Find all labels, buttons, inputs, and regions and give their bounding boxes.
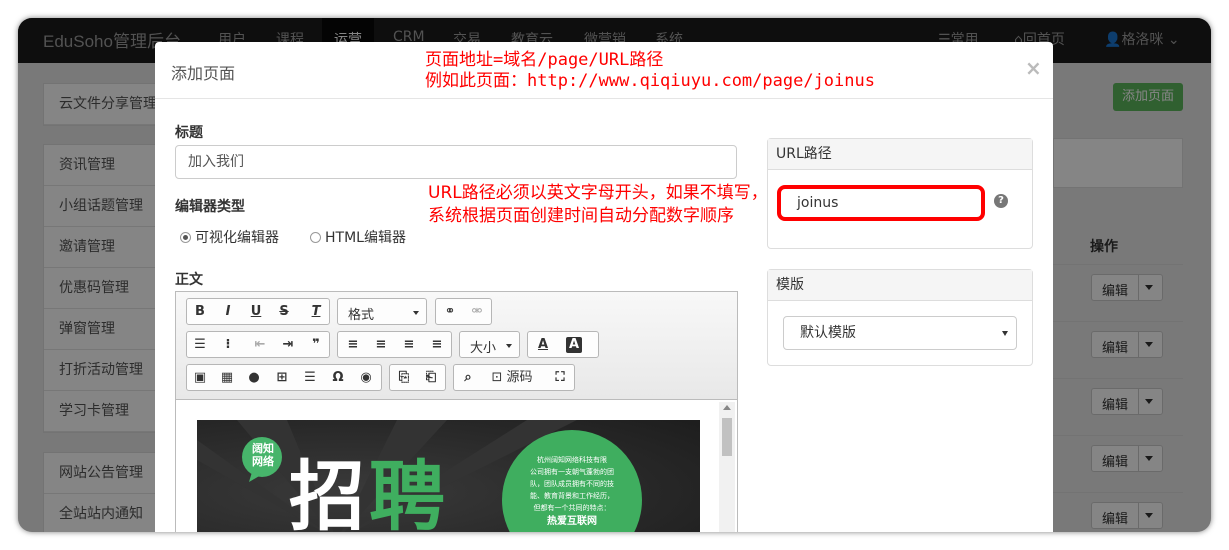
remove-format-icon[interactable]: T <box>305 302 327 322</box>
outdent-icon[interactable]: ⇤ <box>249 335 271 355</box>
indent-icon[interactable]: ⇥ <box>277 335 299 355</box>
url-path-panel: URL路径 joinus ? <box>767 138 1033 249</box>
radio-visual-editor[interactable]: 可视化编辑器 <box>180 227 279 247</box>
source-button[interactable]: ⊡ 源码 <box>486 368 538 388</box>
toolbar-group-insert: ▣ ▦ ● ⊞ ☰ Ω ◉ <box>186 364 382 391</box>
italic-icon[interactable]: I <box>217 302 239 322</box>
source-icon: ⊡ <box>491 370 503 385</box>
video-icon[interactable]: ● <box>243 368 265 388</box>
toolbar-group-tools: ⌕ ⊡ 源码 ⛶ <box>453 364 575 391</box>
caret-down-icon <box>506 344 512 348</box>
link-icon[interactable]: ⚭ <box>439 302 461 322</box>
image-icon[interactable]: ▣ <box>189 368 211 388</box>
browser-frame: EduSoho管理后台 用户 课程 运营 CRM 交易 教育云 微营销 系统 ☰… <box>18 18 1211 532</box>
template-panel: 模版 默认模版 <box>767 269 1033 366</box>
strikethrough-icon[interactable]: S <box>273 302 295 322</box>
caret-down-icon <box>413 311 419 315</box>
radio-html-editor[interactable]: HTML编辑器 <box>310 227 406 247</box>
scroll-up-icon[interactable] <box>723 405 731 410</box>
poster-big-text-1: 招 <box>289 452 365 533</box>
add-page-modal: 添加页面 × 页面地址=域名/page/URL路径 例如此页面：http://w… <box>155 42 1053 532</box>
unlink-icon[interactable]: ⚮ <box>466 302 488 322</box>
font-size-dropdown[interactable]: 大小 <box>459 331 520 358</box>
editor-content[interactable]: 阔知 网络 招 聘 杭州阔知网络科技有限 公司拥有一支朝气蓬勃的团 队，团队成员… <box>176 400 737 532</box>
paste-icon[interactable]: ⎘ <box>393 368 415 388</box>
rich-text-editor: B I U S T 格式 ⚭ ⚮ ☰ ⁝ ⇤ ⇥ ❞ ≡ ≡ ≡ ≡ 大小 A … <box>175 291 738 532</box>
toolbar-group-basic: B I U S T <box>186 298 330 325</box>
caret-down-icon <box>1002 331 1008 336</box>
flash-icon[interactable]: ▦ <box>216 368 238 388</box>
align-right-icon[interactable]: ≡ <box>398 335 420 355</box>
format-dropdown[interactable]: 格式 <box>337 298 427 325</box>
iframe-icon[interactable]: ◉ <box>355 368 377 388</box>
radio-checked-icon <box>180 232 191 243</box>
close-icon[interactable]: × <box>1025 56 1042 80</box>
toolbar-group-color: A A <box>527 331 599 358</box>
editor-type-label: 编辑器类型 <box>175 199 245 215</box>
toolbar-group-align: ≡ ≡ ≡ ≡ <box>337 331 452 358</box>
poster-badge: 阔知 网络 <box>252 442 274 468</box>
paste-text-icon[interactable]: ⎗ <box>420 368 442 388</box>
blockquote-icon[interactable]: ❞ <box>305 335 327 355</box>
align-justify-icon[interactable]: ≡ <box>426 335 448 355</box>
bold-icon[interactable]: B <box>189 302 211 322</box>
title-label: 标题 <box>175 125 203 141</box>
annotation-url-rule: URL路径必须以英文字母开头，如果不填写，系统根据页面创建时间自动分配数字顺序 <box>428 183 768 226</box>
maximize-icon[interactable]: ⛶ <box>549 368 571 388</box>
find-icon[interactable]: ⌕ <box>457 368 479 388</box>
title-input[interactable]: 加入我们 <box>175 145 737 179</box>
url-path-header: URL路径 <box>768 139 1032 170</box>
body-label: 正文 <box>175 272 203 288</box>
modal-title: 添加页面 <box>171 64 236 83</box>
special-char-icon[interactable]: Ω <box>327 368 349 388</box>
template-header: 模版 <box>768 270 1032 301</box>
editor-scrollbar[interactable] <box>719 402 735 532</box>
numbered-list-icon[interactable]: ☰ <box>189 335 211 355</box>
poster-circle-text: 杭州阔知网络科技有限 公司拥有一支朝气蓬勃的团 队，团队成员拥有不同的技 能、教… <box>530 456 614 527</box>
text-color-icon[interactable]: A <box>532 335 554 355</box>
toolbar-group-link: ⚭ ⚮ <box>435 298 492 325</box>
underline-icon[interactable]: U <box>245 302 267 322</box>
background-color-icon[interactable]: A <box>566 337 582 353</box>
template-select[interactable]: 默认模版 <box>783 316 1017 350</box>
toolbar-group-lists: ☰ ⁝ ⇤ ⇥ ❞ <box>186 331 330 358</box>
scroll-thumb[interactable] <box>722 418 732 456</box>
table-icon[interactable]: ⊞ <box>271 368 293 388</box>
question-icon[interactable]: ? <box>994 194 1008 208</box>
poster-big-text-2: 聘 <box>369 452 445 533</box>
recruitment-poster-image: 阔知 网络 招 聘 杭州阔知网络科技有限 公司拥有一支朝气蓬勃的团 队，团队成员… <box>197 420 700 532</box>
editor-toolbar: B I U S T 格式 ⚭ ⚮ ☰ ⁝ ⇤ ⇥ ❞ ≡ ≡ ≡ ≡ 大小 A … <box>176 292 737 400</box>
align-left-icon[interactable]: ≡ <box>342 335 364 355</box>
horizontal-rule-icon[interactable]: ☰ <box>299 368 321 388</box>
align-center-icon[interactable]: ≡ <box>370 335 392 355</box>
toolbar-group-paste: ⎘ ⎗ <box>389 364 446 391</box>
annotation-url-format: 页面地址=域名/page/URL路径 例如此页面：http://www.qiqi… <box>425 50 875 91</box>
radio-unchecked-icon <box>310 232 321 243</box>
bullet-list-icon[interactable]: ⁝ <box>217 335 239 355</box>
url-path-input[interactable]: joinus <box>777 185 985 221</box>
